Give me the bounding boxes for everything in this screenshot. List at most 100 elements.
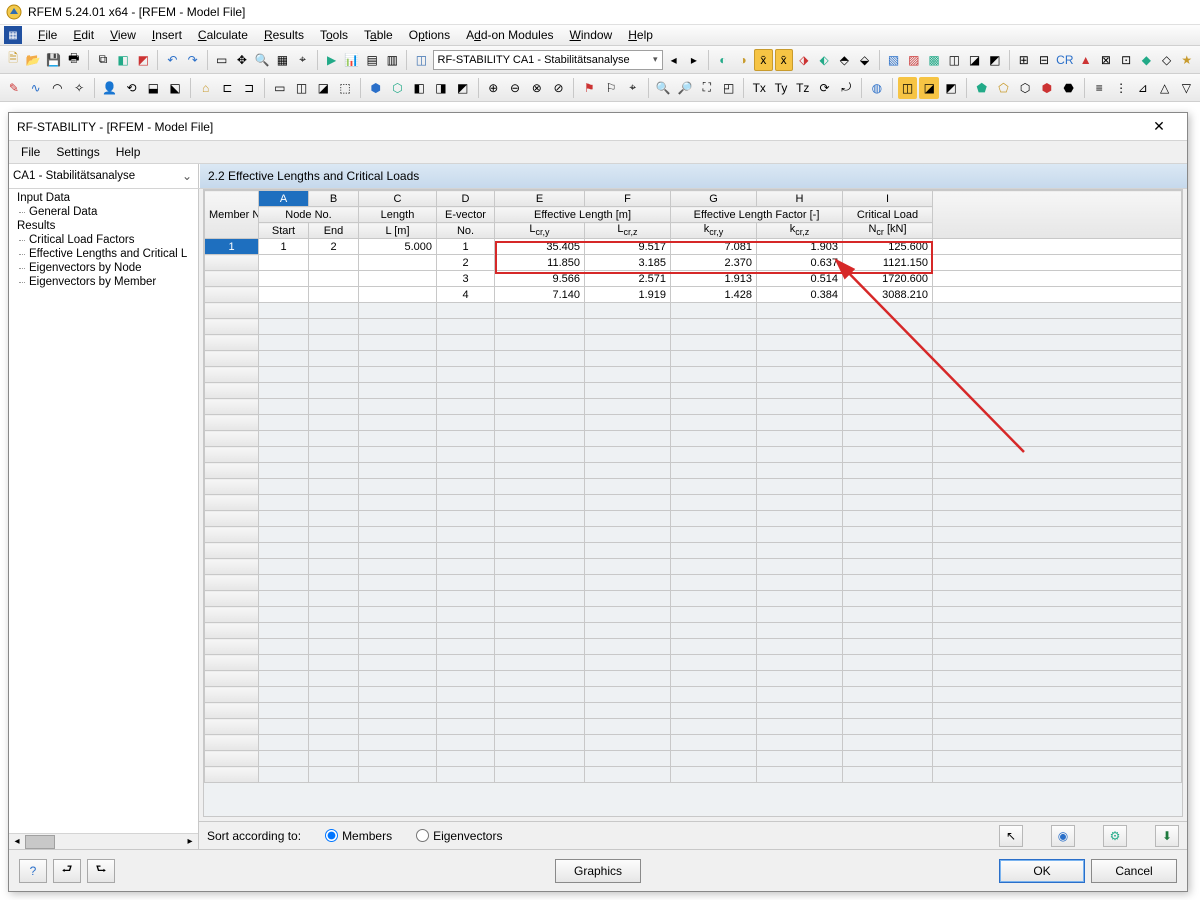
cell[interactable]: 2.370: [671, 255, 757, 271]
t2-37-icon[interactable]: ◍: [867, 77, 887, 99]
col-I[interactable]: I: [843, 191, 933, 207]
tb-view7-icon[interactable]: ⬘: [835, 49, 853, 71]
t2-49-icon[interactable]: △: [1155, 77, 1175, 99]
cell[interactable]: 0.514: [757, 271, 843, 287]
tb-view4-icon[interactable]: x̄: [775, 49, 793, 71]
tree-effective-lengths[interactable]: Effective Lengths and Critical L: [9, 247, 198, 261]
cell[interactable]: [259, 287, 309, 303]
cell[interactable]: [259, 255, 309, 271]
row-header[interactable]: [205, 287, 259, 303]
t2-10-icon[interactable]: ⊏: [218, 77, 238, 99]
t2-35-icon[interactable]: ⟳: [815, 77, 835, 99]
cell[interactable]: 4: [437, 287, 495, 303]
cell[interactable]: 0.384: [757, 287, 843, 303]
export-excel-button[interactable]: ⬇: [1155, 825, 1179, 847]
t2-8-icon[interactable]: ⬕: [165, 77, 185, 99]
tb-x2-icon[interactable]: ⊟: [1035, 49, 1053, 71]
cell[interactable]: 9.517: [585, 239, 671, 255]
cell[interactable]: 1.919: [585, 287, 671, 303]
t2-39-icon[interactable]: ◪: [919, 77, 939, 99]
tb-x4-icon[interactable]: ▲: [1077, 49, 1095, 71]
tb-move-icon[interactable]: ✥: [233, 49, 251, 71]
nav-tree[interactable]: Input Data General Data Results Critical…: [9, 189, 198, 833]
sort-eigen-input[interactable]: [416, 829, 429, 842]
tb-select-icon[interactable]: ▭: [213, 49, 231, 71]
cell[interactable]: 1: [259, 239, 309, 255]
tree-eigenvectors-member[interactable]: Eigenvectors by Member: [9, 275, 198, 289]
cell[interactable]: 1720.600: [843, 271, 933, 287]
t2-6-icon[interactable]: ⟲: [122, 77, 142, 99]
t2-2-icon[interactable]: ∿: [26, 77, 46, 99]
sort-eigen-radio[interactable]: Eigenvectors: [416, 829, 502, 843]
menu-insert[interactable]: Insert: [144, 26, 190, 44]
tb-x7-icon[interactable]: ◆: [1137, 49, 1155, 71]
t2-16-icon[interactable]: ⬢: [366, 77, 386, 99]
tb-next-icon[interactable]: ▸: [685, 49, 703, 71]
tb-x5-icon[interactable]: ⊠: [1097, 49, 1115, 71]
col-E[interactable]: E: [495, 191, 585, 207]
tb-x1-icon[interactable]: ⊞: [1015, 49, 1033, 71]
cell[interactable]: 1: [437, 239, 495, 255]
tb-view2-icon[interactable]: ◑: [734, 49, 752, 71]
t2-22-icon[interactable]: ⊖: [505, 77, 525, 99]
tb-print-icon[interactable]: 🖶: [65, 49, 83, 71]
cell[interactable]: 125.600: [843, 239, 933, 255]
next-page-button[interactable]: ⮑: [87, 859, 115, 883]
tb-material-icon[interactable]: ◩: [134, 49, 152, 71]
case-select-combo[interactable]: CA1 - Stabilitätsanalyse: [9, 164, 199, 188]
menu-addon[interactable]: Add-on Modules: [458, 26, 561, 44]
table-row[interactable]: 211.8503.1852.3700.6371121.150: [205, 255, 1182, 271]
pick-member-button[interactable]: ↖: [999, 825, 1023, 847]
t2-38-icon[interactable]: ◫: [898, 77, 918, 99]
tb-grid-icon[interactable]: ▦: [273, 49, 291, 71]
tb-results-icon[interactable]: 📊: [343, 49, 361, 71]
tb-module-icon[interactable]: ◫: [412, 49, 430, 71]
results-grid[interactable]: Member No. A B C D E F G H I: [204, 190, 1182, 783]
cell[interactable]: 1.913: [671, 271, 757, 287]
cell[interactable]: 5.000: [359, 239, 437, 255]
tb-calc-icon[interactable]: ▶: [323, 49, 341, 71]
cell[interactable]: 2: [437, 255, 495, 271]
tb-open-icon[interactable]: 📂: [24, 49, 42, 71]
col-F[interactable]: F: [585, 191, 671, 207]
cell[interactable]: 35.405: [495, 239, 585, 255]
tree-results[interactable]: Results: [9, 219, 198, 233]
menu-tools[interactable]: Tools: [312, 26, 356, 44]
cell[interactable]: 7.140: [495, 287, 585, 303]
table-row[interactable]: 39.5662.5711.9130.5141720.600: [205, 271, 1182, 287]
t2-9-icon[interactable]: ⌂: [196, 77, 216, 99]
t2-20-icon[interactable]: ◩: [453, 77, 473, 99]
cell[interactable]: [309, 287, 359, 303]
tree-input-data[interactable]: Input Data: [9, 191, 198, 205]
t2-48-icon[interactable]: ⊿: [1133, 77, 1153, 99]
t2-42-icon[interactable]: ⬠: [994, 77, 1014, 99]
tree-eigenvectors-node[interactable]: Eigenvectors by Node: [9, 261, 198, 275]
menu-table[interactable]: Table: [356, 26, 401, 44]
t2-44-icon[interactable]: ⬢: [1037, 77, 1057, 99]
tb-x9-icon[interactable]: ★: [1178, 49, 1196, 71]
t2-14-icon[interactable]: ◪: [313, 77, 333, 99]
col-C[interactable]: C: [359, 191, 437, 207]
t2-28-icon[interactable]: 🔍: [653, 77, 673, 99]
t2-43-icon[interactable]: ⬡: [1015, 77, 1035, 99]
window-system-icon[interactable]: ▦: [4, 26, 22, 44]
cell[interactable]: 3088.210: [843, 287, 933, 303]
row-header[interactable]: [205, 271, 259, 287]
col-D[interactable]: D: [437, 191, 495, 207]
t2-31-icon[interactable]: ◰: [719, 77, 739, 99]
t2-19-icon[interactable]: ◨: [431, 77, 451, 99]
cell[interactable]: 2: [309, 239, 359, 255]
tb-r5-icon[interactable]: ◪: [965, 49, 983, 71]
tb-new-icon[interactable]: 🗎: [4, 49, 22, 71]
tree-scrollbar[interactable]: ◂ ▸: [9, 833, 198, 849]
prev-page-button[interactable]: ⮐: [53, 859, 81, 883]
menu-file[interactable]: File: [30, 26, 65, 44]
t2-26-icon[interactable]: ⚐: [601, 77, 621, 99]
tree-critical-load-factors[interactable]: Critical Load Factors: [9, 233, 198, 247]
table-row[interactable]: 47.1401.9191.4280.3843088.210: [205, 287, 1182, 303]
tb-find-icon[interactable]: 🔍: [253, 49, 271, 71]
tb-view3-icon[interactable]: x̄: [754, 49, 772, 71]
t2-7-icon[interactable]: ⬓: [143, 77, 163, 99]
menu-window[interactable]: Window: [562, 26, 621, 44]
dlg-menu-help[interactable]: Help: [108, 143, 149, 161]
